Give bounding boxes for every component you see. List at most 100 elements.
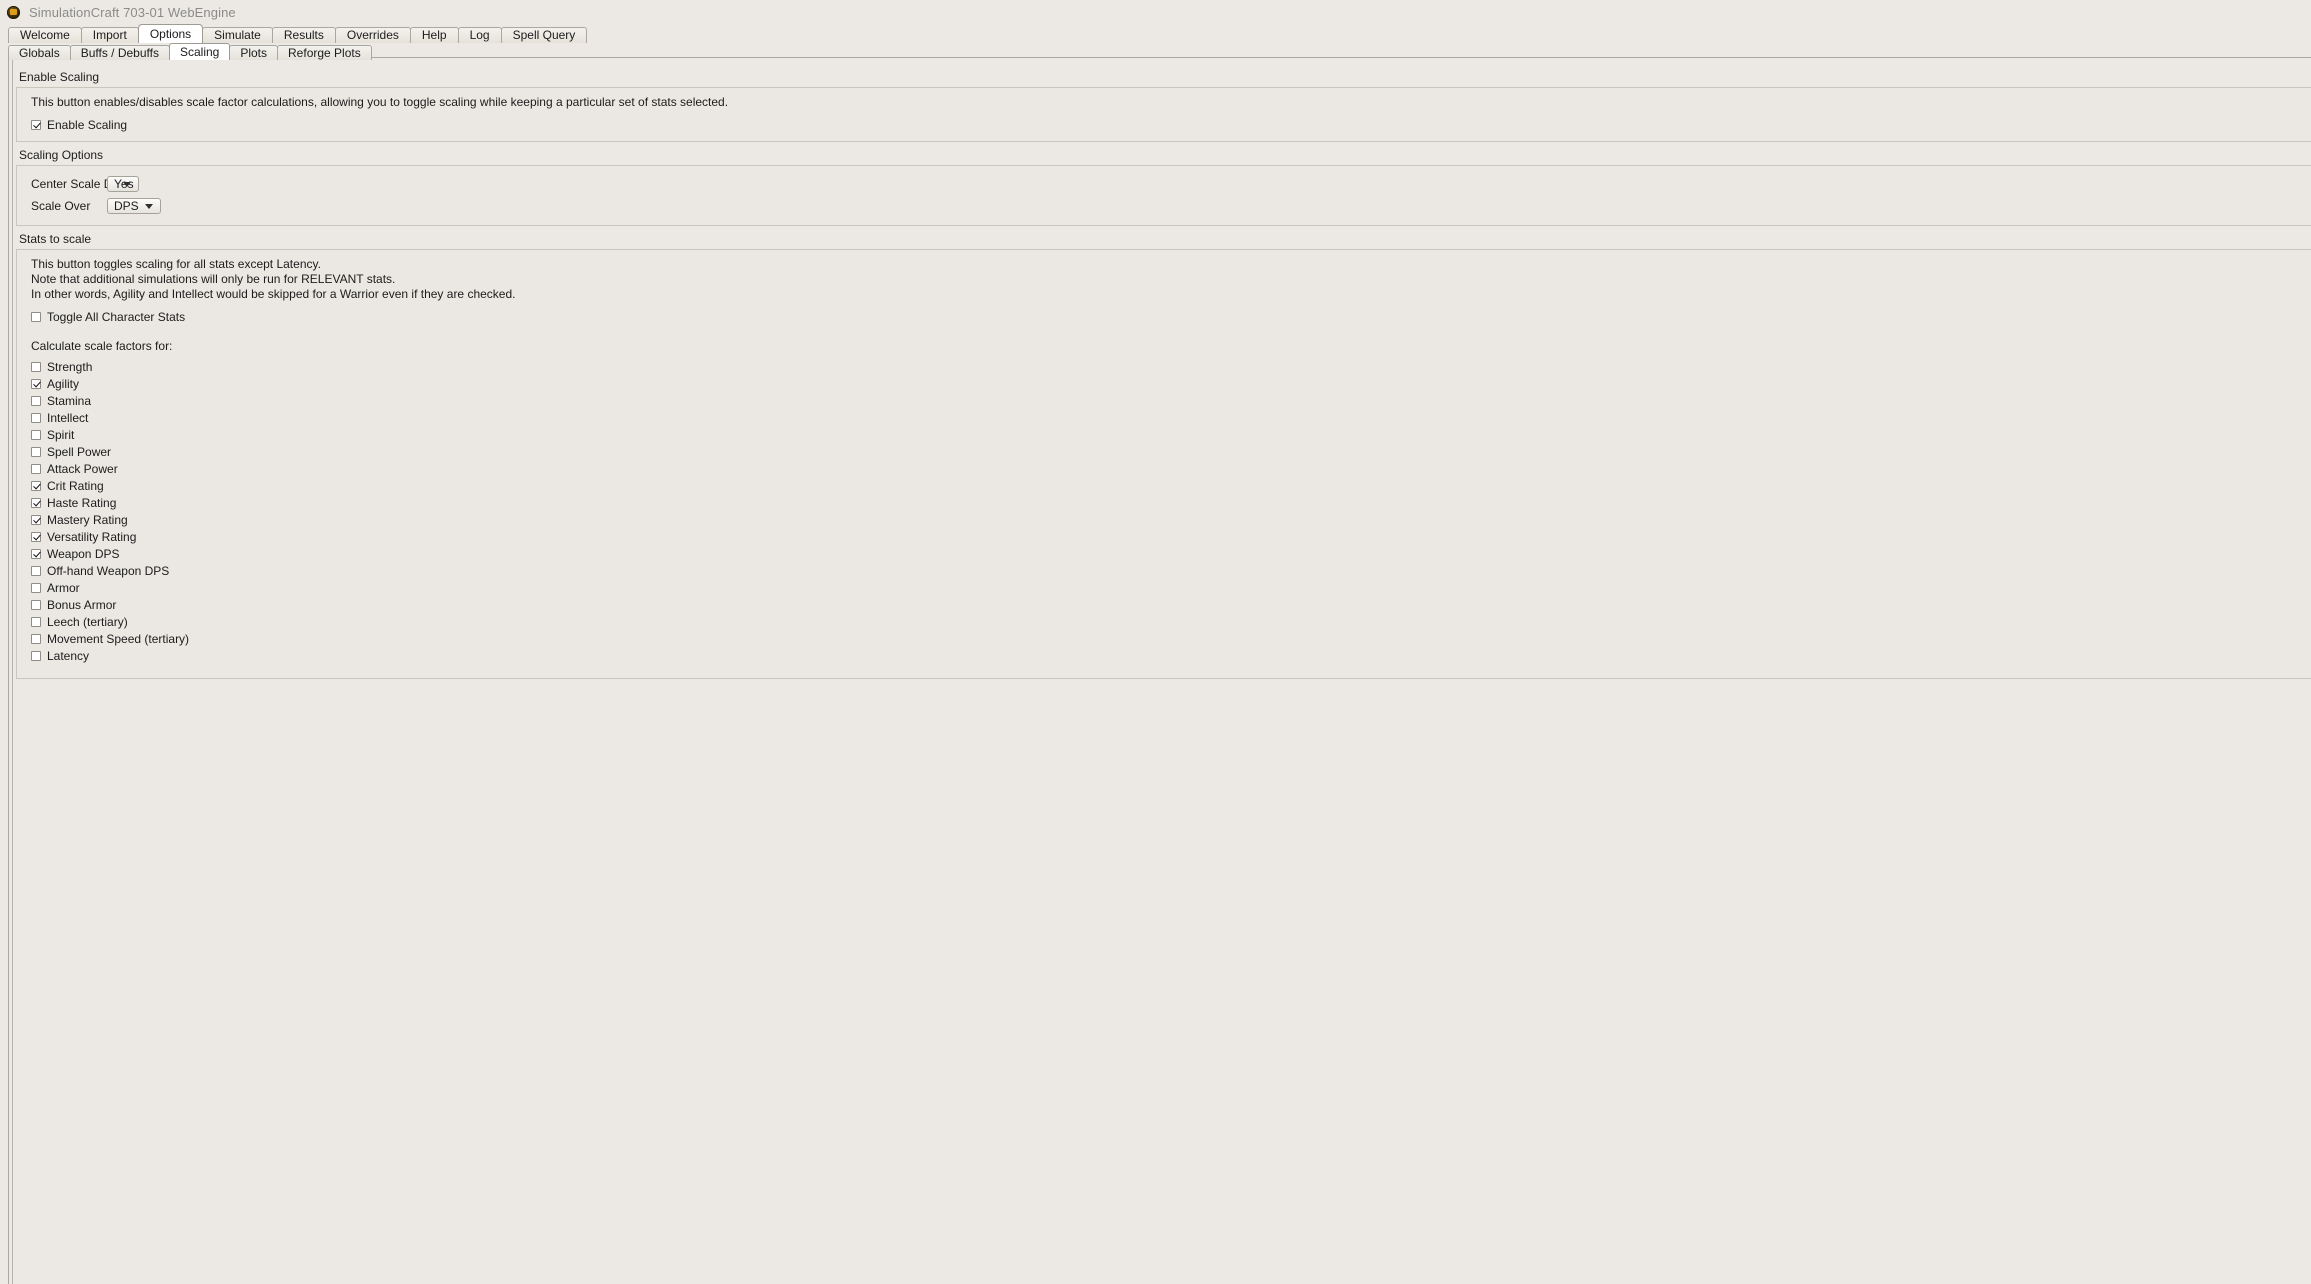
stat-checkbox-spirit[interactable] bbox=[31, 429, 41, 440]
stat-row-versatility-rating[interactable]: Versatility Rating bbox=[31, 528, 2311, 545]
enable-scaling-checkbox[interactable] bbox=[31, 119, 41, 130]
stat-label-mastery-rating: Mastery Rating bbox=[47, 512, 128, 527]
tab-results[interactable]: Results bbox=[271, 27, 336, 43]
enable-scaling-description: This button enables/disables scale facto… bbox=[31, 95, 729, 109]
stat-checkbox-leech-tertiary[interactable] bbox=[31, 616, 41, 627]
window-titlebar: SimulationCraft 703-01 WebEngine bbox=[0, 0, 2311, 24]
stat-checkbox-haste-rating[interactable] bbox=[31, 497, 41, 508]
stat-checkbox-off-hand-weapon-dps[interactable] bbox=[31, 565, 41, 576]
main-tab-bar: Welcome Import Options Simulate Results Overr… bbox=[8, 24, 2311, 43]
stats-checkbox-list: Strength Agility Stamina Intellect Spirit Spe… bbox=[31, 358, 2311, 664]
stat-checkbox-weapon-dps[interactable] bbox=[31, 548, 41, 559]
stat-row-latency[interactable]: Latency bbox=[31, 647, 2311, 664]
window-title: SimulationCraft 703-01 WebEngine bbox=[29, 4, 236, 20]
enable-scaling-checkbox-row[interactable]: Enable Scaling bbox=[31, 116, 2311, 133]
enable-scaling-group: This button enables/disables scale facto… bbox=[16, 87, 2311, 142]
simulationcraft-icon bbox=[7, 5, 20, 19]
stat-checkbox-latency[interactable] bbox=[31, 650, 41, 661]
stat-row-crit-rating[interactable]: Crit Rating bbox=[31, 477, 2311, 494]
stats-description-line-3: In other words, Agility and Intellect wo… bbox=[31, 287, 516, 301]
subtab-globals[interactable]: Globals bbox=[8, 45, 71, 60]
toggle-all-character-stats-checkbox[interactable] bbox=[31, 311, 41, 322]
stat-row-movement-speed-tertiary[interactable]: Movement Speed (tertiary) bbox=[31, 630, 2311, 647]
stat-checkbox-movement-speed-tertiary[interactable] bbox=[31, 633, 41, 644]
stat-row-armor[interactable]: Armor bbox=[31, 579, 2311, 596]
subtab-buffs-debuffs[interactable]: Buffs / Debuffs bbox=[69, 45, 170, 60]
stat-checkbox-armor[interactable] bbox=[31, 582, 41, 593]
stat-checkbox-attack-power[interactable] bbox=[31, 463, 41, 474]
stat-row-attack-power[interactable]: Attack Power bbox=[31, 460, 2311, 477]
option-row-scale-over: Scale Over DPS bbox=[31, 195, 2311, 217]
stat-row-spell-power[interactable]: Spell Power bbox=[31, 443, 2311, 460]
stat-checkbox-intellect[interactable] bbox=[31, 412, 41, 423]
calculate-scale-factors-label: Calculate scale factors for: bbox=[31, 339, 173, 353]
stat-row-leech-tertiary[interactable]: Leech (tertiary) bbox=[31, 613, 2311, 630]
option-label-center-scale-delta: Center Scale Delta bbox=[31, 177, 132, 191]
tab-help[interactable]: Help bbox=[409, 27, 459, 43]
stat-label-haste-rating: Haste Rating bbox=[47, 495, 117, 510]
stat-label-movement-speed-tertiary: Movement Speed (tertiary) bbox=[47, 631, 190, 646]
stat-label-spell-power: Spell Power bbox=[47, 444, 112, 459]
stat-row-bonus-armor[interactable]: Bonus Armor bbox=[31, 596, 2311, 613]
select-center-scale-delta[interactable]: Yes bbox=[107, 176, 139, 192]
stat-label-stamina: Stamina bbox=[47, 393, 92, 408]
stat-row-stamina[interactable]: Stamina bbox=[31, 392, 2311, 409]
stat-row-off-hand-weapon-dps[interactable]: Off-hand Weapon DPS bbox=[31, 562, 2311, 579]
tab-log[interactable]: Log bbox=[457, 27, 502, 43]
select-scale-over[interactable]: DPS bbox=[107, 198, 161, 214]
scaling-options-group: Center Scale Delta Yes Scale Over DPS bbox=[16, 165, 2311, 226]
stat-checkbox-spell-power[interactable] bbox=[31, 446, 41, 457]
stat-row-mastery-rating[interactable]: Mastery Rating bbox=[31, 511, 2311, 528]
enable-scaling-label: Enable Scaling bbox=[19, 70, 100, 84]
stat-label-weapon-dps: Weapon DPS bbox=[47, 546, 120, 561]
tab-overrides[interactable]: Overrides bbox=[334, 27, 411, 43]
stat-label-intellect: Intellect bbox=[47, 410, 89, 425]
subtab-plots[interactable]: Plots bbox=[229, 45, 279, 60]
stat-checkbox-mastery-rating[interactable] bbox=[31, 514, 41, 525]
chevron-down-icon bbox=[123, 182, 131, 187]
stat-row-intellect[interactable]: Intellect bbox=[31, 409, 2311, 426]
scaling-options-label: Scaling Options bbox=[19, 148, 104, 162]
scaling-tab-content: Enable Scaling This button enables/disab… bbox=[16, 60, 2311, 1284]
stat-row-spirit[interactable]: Spirit bbox=[31, 426, 2311, 443]
stat-label-versatility-rating: Versatility Rating bbox=[47, 529, 137, 544]
stat-label-spirit: Spirit bbox=[47, 427, 75, 442]
stat-checkbox-crit-rating[interactable] bbox=[31, 480, 41, 491]
stats-description-line-2: Note that additional simulations will on… bbox=[31, 272, 396, 286]
stat-checkbox-versatility-rating[interactable] bbox=[31, 531, 41, 542]
subtab-reforge-plots[interactable]: Reforge Plots bbox=[277, 45, 372, 60]
stat-row-haste-rating[interactable]: Haste Rating bbox=[31, 494, 2311, 511]
options-panel-frame: Enable Scaling This button enables/disab… bbox=[8, 57, 2311, 1284]
stat-label-attack-power: Attack Power bbox=[47, 461, 118, 476]
tab-import[interactable]: Import bbox=[80, 27, 139, 43]
stat-label-strength: Strength bbox=[47, 359, 93, 374]
stats-description-line-1: This button toggles scaling for all stat… bbox=[31, 257, 321, 271]
stat-label-agility: Agility bbox=[47, 376, 80, 391]
tab-options[interactable]: Options bbox=[137, 24, 204, 43]
stat-label-crit-rating: Crit Rating bbox=[47, 478, 104, 493]
stat-row-strength[interactable]: Strength bbox=[31, 358, 2311, 375]
stat-row-agility[interactable]: Agility bbox=[31, 375, 2311, 392]
stat-checkbox-agility[interactable] bbox=[31, 378, 41, 389]
stat-label-leech-tertiary: Leech (tertiary) bbox=[47, 614, 128, 629]
option-label-scale-over: Scale Over bbox=[31, 199, 91, 213]
stats-to-scale-group: This button toggles scaling for all stat… bbox=[16, 249, 2311, 679]
stat-checkbox-bonus-armor[interactable] bbox=[31, 599, 41, 610]
stat-row-weapon-dps[interactable]: Weapon DPS bbox=[31, 545, 2311, 562]
toggle-all-character-stats-label: Toggle All Character Stats bbox=[47, 309, 186, 324]
stat-label-latency: Latency bbox=[47, 648, 90, 663]
options-panel-inner: Enable Scaling This button enables/disab… bbox=[12, 60, 2311, 1284]
stat-checkbox-strength[interactable] bbox=[31, 361, 41, 372]
tab-spell-query[interactable]: Spell Query bbox=[500, 27, 588, 43]
sub-tab-bar: Globals Buffs / Debuffs Scaling Plots Reforg… bbox=[8, 43, 2311, 60]
tab-welcome[interactable]: Welcome bbox=[8, 27, 82, 43]
stat-label-armor: Armor bbox=[47, 580, 80, 595]
stat-label-bonus-armor: Bonus Armor bbox=[47, 597, 117, 612]
tab-simulate[interactable]: Simulate bbox=[202, 27, 273, 43]
chevron-down-icon bbox=[145, 204, 153, 209]
subtab-scaling[interactable]: Scaling bbox=[168, 43, 231, 60]
toggle-all-character-stats-row[interactable]: Toggle All Character Stats bbox=[31, 308, 2311, 325]
stats-to-scale-label: Stats to scale bbox=[19, 232, 92, 246]
select-value: DPS bbox=[114, 199, 139, 213]
stat-checkbox-stamina[interactable] bbox=[31, 395, 41, 406]
